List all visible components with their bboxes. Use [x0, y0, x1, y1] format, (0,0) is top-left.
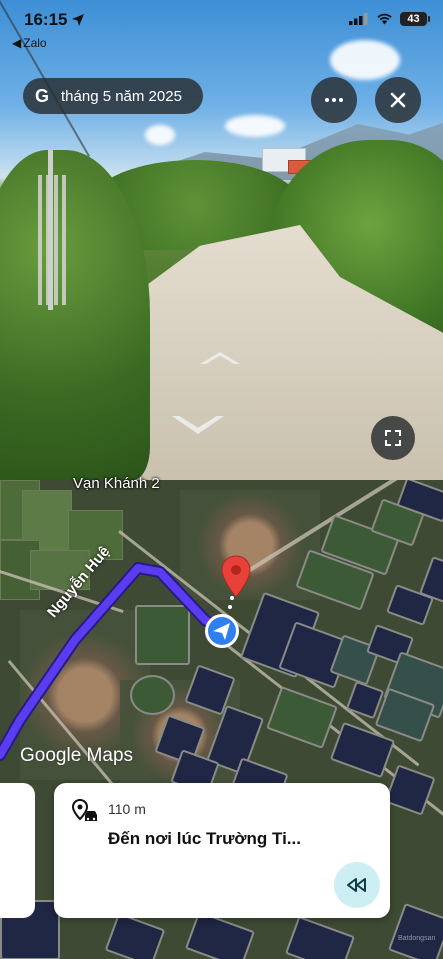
previous-card-peek[interactable] — [0, 783, 35, 918]
navigation-card[interactable]: 110 m Đến nơi lúc Trường Ti... — [54, 783, 390, 918]
battery-icon: 43 — [400, 12, 430, 26]
google-maps-logo: Google Maps — [20, 745, 134, 766]
status-bar: 16:15 ◀ Zalo 43 — [0, 0, 443, 52]
close-street-view-button[interactable] — [375, 77, 421, 123]
google-g-icon: G — [34, 85, 49, 106]
pin-car-icon — [72, 799, 97, 821]
screen: 16:15 ◀ Zalo 43 G tháng 5 năm 2025 Vạn K… — [0, 0, 443, 959]
fullscreen-icon — [385, 430, 401, 446]
fence — [38, 175, 68, 305]
more-options-button[interactable] — [311, 77, 357, 123]
destination-pin-icon[interactable] — [220, 555, 252, 599]
arrival-instruction: Đến nơi lúc Trường Ti... — [108, 829, 301, 848]
street-view-panorama[interactable]: 16:15 ◀ Zalo 43 G tháng 5 năm 2025 — [0, 0, 443, 480]
status-time: 16:15 — [24, 10, 85, 30]
close-icon — [390, 92, 406, 108]
rewind-button[interactable] — [334, 862, 380, 908]
cloud — [225, 115, 285, 137]
imagery-date: tháng 5 năm 2025 — [61, 87, 182, 105]
more-horizontal-icon — [325, 98, 343, 102]
place-label: Vạn Khánh 2 — [73, 475, 160, 492]
current-location-marker-icon — [205, 614, 239, 648]
back-app-label: Zalo — [23, 36, 47, 50]
imagery-date-pill[interactable]: G tháng 5 năm 2025 — [23, 78, 203, 114]
location-arrow-icon — [72, 14, 85, 26]
status-indicators: 43 — [349, 12, 430, 26]
back-caret-icon: ◀ — [12, 36, 22, 50]
fullscreen-button[interactable] — [371, 416, 415, 460]
watermark: Batdongsan — [398, 935, 436, 942]
distance-text: 110 m — [108, 801, 146, 817]
back-to-app-link[interactable]: ◀ Zalo — [12, 36, 47, 50]
utility-pole — [48, 150, 53, 310]
rewind-icon — [347, 878, 366, 892]
wifi-icon — [377, 13, 392, 25]
cloud — [145, 125, 175, 145]
clock: 16:15 — [24, 10, 68, 29]
cellular-signal-icon — [349, 13, 368, 25]
